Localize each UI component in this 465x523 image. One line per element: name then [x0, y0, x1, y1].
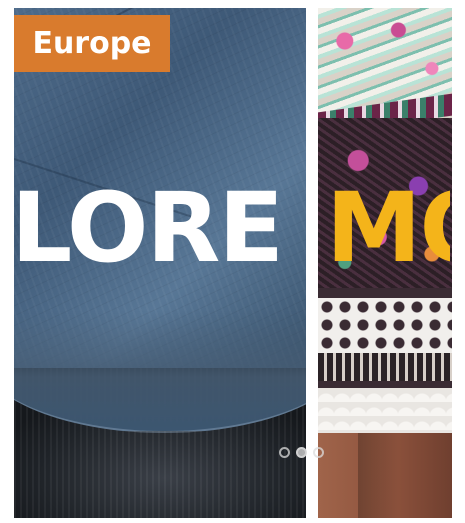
textile-band — [318, 353, 452, 381]
category-badge[interactable]: Europe — [14, 15, 170, 72]
textile-lace-trim — [318, 388, 452, 436]
photo-shadow — [358, 433, 398, 518]
photo-skin-area — [318, 433, 452, 518]
headline-right-text: MO — [326, 178, 450, 278]
carousel-pagination — [279, 447, 324, 461]
headline-left-text: LORE — [11, 178, 278, 278]
headline-text-left: LORE — [0, 178, 278, 278]
panel-divider — [306, 8, 318, 518]
textile-lace — [318, 298, 452, 358]
carousel-dot-2[interactable] — [296, 447, 307, 458]
headline-text-right: MO — [320, 178, 450, 278]
fabric-fold — [14, 311, 306, 433]
carousel-dot-3[interactable] — [313, 447, 324, 458]
carousel-dot-1[interactable] — [279, 447, 290, 458]
